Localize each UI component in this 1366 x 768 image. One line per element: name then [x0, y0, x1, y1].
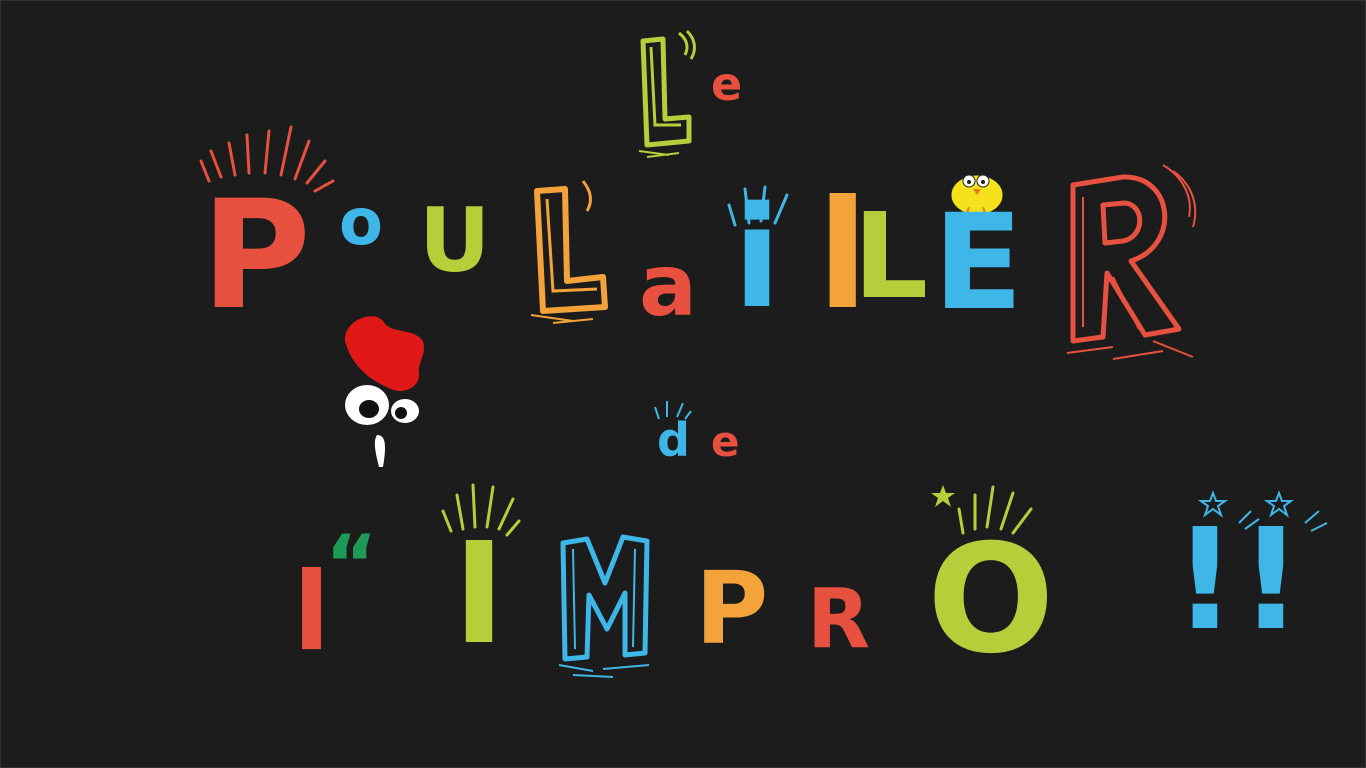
- title-letter: P: [695, 550, 769, 667]
- title-letter: !: [1239, 499, 1303, 662]
- title-letter: R: [807, 572, 871, 667]
- poster-canvas: e P o U a i l L E d e l “ I P R O ! !: [0, 0, 1366, 768]
- M-letter-outline: [558, 534, 650, 678]
- title-letter: i: [733, 177, 781, 340]
- title-letter: L: [853, 187, 929, 325]
- title-letter: E: [933, 186, 1024, 340]
- title-letter: I: [453, 513, 506, 676]
- star-icon: [931, 485, 955, 507]
- title-letter: “: [325, 518, 378, 611]
- title-letter: P: [201, 169, 311, 343]
- title-letter: e: [711, 57, 743, 111]
- title-letter: !: [1173, 499, 1237, 662]
- L-letter-outline: [530, 180, 608, 324]
- title-letter: U: [419, 189, 491, 292]
- R-letter-outline: [1066, 164, 1197, 360]
- L-letter-3d: [638, 29, 696, 158]
- rooster-head-icon: [344, 316, 424, 467]
- title-letter: o: [339, 186, 383, 260]
- title-letter: d: [657, 413, 690, 467]
- title-letter: a: [639, 236, 698, 336]
- title-letter: e: [711, 417, 740, 466]
- title-letter: O: [927, 513, 1055, 687]
